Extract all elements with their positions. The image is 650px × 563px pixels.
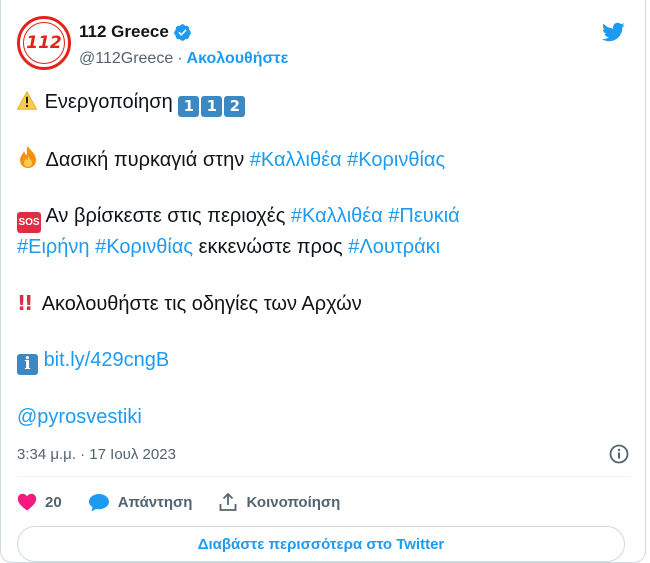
hashtag-link[interactable]: #Κορινθίας — [95, 236, 193, 258]
double-exclamation-icon: !! — [17, 291, 33, 315]
keycap-1-icon: 1 — [201, 95, 223, 117]
divider — [17, 476, 631, 477]
hashtag-link[interactable]: #Ειρήνη — [17, 236, 90, 258]
verified-badge-icon — [173, 23, 191, 41]
tweet-body: Ενεργοποίηση 112 Δασική πυρκαγιά στην #Κ… — [17, 88, 627, 431]
like-count: 20 — [45, 493, 62, 511]
tweet-header: 112 112 Greece @112Greece · Ακολουθήστε — [15, 14, 631, 74]
info-icon: i — [17, 353, 38, 375]
share-label: Κοινοποίηση — [246, 493, 341, 511]
hashtag-link[interactable]: #Καλλιθέα — [291, 205, 383, 227]
tweet-line-5: !! Ακολουθήστε τις οδηγίες των Αρχών — [17, 289, 627, 318]
reply-button[interactable]: Απάντηση — [88, 493, 193, 512]
evacuate-text: εκκενώστε προς — [198, 236, 343, 258]
fire-text: Δασική πυρκαγιά στην — [45, 148, 245, 171]
read-more-button[interactable]: Διαβάστε περισσότερα στο Twitter — [17, 526, 625, 562]
follow-button[interactable]: Ακολουθήστε — [187, 50, 289, 68]
hashtag-link[interactable]: #Καλλιθέα — [250, 149, 342, 171]
tweet-line-4: #Ειρήνη #Κορινθίας εκκενώστε προς #Λουτρ… — [17, 233, 627, 261]
separator: · — [177, 50, 183, 67]
keycap-1-icon: 1 — [178, 95, 200, 117]
avatar-logo: 112 — [23, 22, 65, 64]
tweet-line-3: SOS Αν βρίσκεστε στις περιοχές #Καλλιθέα… — [17, 202, 627, 233]
short-link[interactable]: bit.ly/429cngB — [44, 349, 170, 371]
instructions-text: Ακολουθήστε τις οδηγίες των Αρχών — [41, 293, 362, 315]
info-circle-icon[interactable] — [609, 444, 629, 464]
timestamp-row: 3:34 μ.μ. · 17 Ιουλ 2023 — [17, 442, 631, 466]
tweet-line-7: @pyrosvestiki — [17, 403, 627, 431]
avatar[interactable]: 112 — [17, 16, 71, 70]
tweet-line-1: Ενεργοποίηση 112 — [17, 88, 627, 117]
twitter-bird-icon[interactable] — [599, 20, 627, 44]
activation-text: Ενεργοποίηση — [44, 91, 173, 113]
heart-icon — [17, 493, 37, 511]
tweet-line-6: i bit.ly/429cngB — [17, 346, 627, 375]
reply-label: Απάντηση — [117, 493, 193, 511]
area-text: Αν βρίσκεστε στις περιοχές — [45, 204, 286, 227]
hashtag-link[interactable]: #Κορινθίας — [347, 149, 445, 171]
share-icon — [220, 492, 237, 511]
sos-icon: SOS — [17, 212, 41, 233]
mention-link[interactable]: @pyrosvestiki — [17, 406, 142, 428]
action-bar: 20 Απάντηση Κοινοποίηση — [17, 489, 366, 515]
reply-bubble-icon — [88, 493, 109, 511]
like-button[interactable]: 20 — [17, 493, 62, 511]
name-row: 112 Greece — [79, 22, 192, 42]
hashtag-link[interactable]: #Λουτράκι — [348, 236, 440, 258]
hashtag-link[interactable]: #Πευκιά — [388, 205, 459, 227]
keycap-2-icon: 2 — [224, 95, 246, 117]
tweet-line-2: Δασική πυρκαγιά στην #Καλλιθέα #Κορινθία… — [17, 145, 627, 174]
display-name[interactable]: 112 Greece — [79, 22, 169, 42]
timestamp[interactable]: 3:34 μ.μ. · 17 Ιουλ 2023 — [17, 446, 176, 463]
share-button[interactable]: Κοινοποίηση — [218, 492, 340, 512]
warning-icon — [17, 91, 37, 110]
fire-icon — [20, 145, 36, 168]
handle-row: @112Greece · Ακολουθήστε — [79, 50, 288, 68]
handle[interactable]: @112Greece — [79, 50, 173, 68]
tweet-card: 112 112 Greece @112Greece · Ακολουθήστε … — [0, 0, 646, 563]
